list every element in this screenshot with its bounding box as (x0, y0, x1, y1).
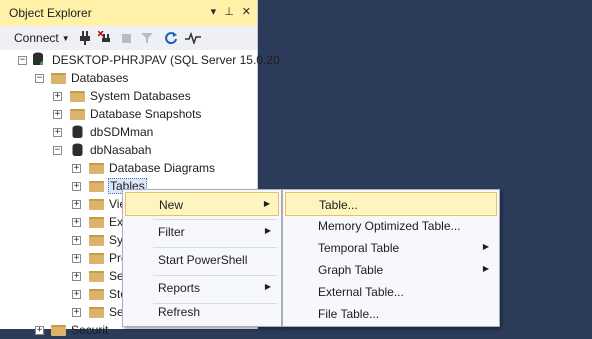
tree-node-database-snapshots[interactable]: + Database Snapshots (0, 105, 257, 123)
expand-icon[interactable]: + (72, 200, 81, 209)
database-icon (72, 125, 83, 138)
collapse-icon[interactable]: − (35, 74, 44, 83)
folder-icon (89, 181, 104, 192)
folder-icon (89, 253, 104, 264)
filter-icon[interactable] (140, 30, 154, 46)
connect-plug-icon[interactable] (78, 30, 92, 46)
synonyms-label: Sy (109, 233, 124, 247)
submenu-item-temporal-table[interactable]: Temporal Table ▶ (285, 236, 497, 260)
submenu-item-table[interactable]: Table... (285, 192, 497, 216)
folder-icon (70, 109, 85, 120)
disconnect-icon[interactable] (97, 30, 113, 46)
submenu-item-label: External Table... (318, 285, 404, 299)
connect-label: Connect (14, 31, 59, 45)
submenu-arrow-icon: ▶ (482, 264, 489, 273)
menu-item-start-powershell[interactable]: Start PowerShell (125, 248, 279, 272)
expand-icon[interactable]: + (72, 218, 81, 227)
close-icon[interactable]: ✕ (242, 5, 251, 18)
folder-icon (89, 199, 104, 210)
expand-icon[interactable]: + (72, 308, 81, 317)
folder-icon (89, 271, 104, 282)
database-snapshots-label: Database Snapshots (90, 107, 202, 121)
expand-icon[interactable]: + (72, 164, 81, 173)
menu-item-label: Reports (158, 281, 201, 295)
submenu-item-file-table[interactable]: File Table... (285, 302, 497, 326)
submenu-item-label: File Table... (318, 307, 380, 321)
tree-node-dbnasabah[interactable]: − dbNasabah (0, 141, 257, 159)
expand-icon[interactable]: + (72, 236, 81, 245)
menu-item-refresh[interactable]: Refresh (125, 300, 279, 324)
system-databases-label: System Databases (90, 89, 191, 103)
connect-button[interactable]: Connect ▼ (14, 30, 72, 46)
collapse-icon[interactable]: − (53, 146, 62, 155)
expand-icon[interactable]: + (35, 326, 44, 335)
folder-icon (89, 163, 104, 174)
submenu-item-label: Memory Optimized Table... (318, 219, 461, 233)
submenu-item-memory-optimized-table[interactable]: Memory Optimized Table... (285, 214, 497, 238)
panel-window-buttons[interactable]: ▾ ⊥ ✕ (211, 5, 251, 18)
submenu-item-label: Graph Table (318, 263, 384, 277)
tree-node-database-diagrams[interactable]: + Database Diagrams (0, 159, 257, 177)
folder-icon (51, 325, 66, 336)
submenu-item-label: Table... (319, 198, 358, 212)
server-label: DESKTOP-PHRJPAV (SQL Server 15.0.20 (52, 53, 280, 67)
dbsdmman-label: dbSDMman (90, 125, 154, 139)
submenu-item-label: Temporal Table (318, 241, 400, 255)
menu-item-label: Refresh (158, 305, 201, 319)
menu-item-label: Start PowerShell (158, 253, 248, 267)
refresh-icon[interactable] (163, 30, 179, 46)
databases-label: Databases (71, 71, 129, 85)
database-icon (72, 143, 83, 156)
submenu-arrow-icon: ▶ (264, 226, 271, 235)
dbnasabah-label: dbNasabah (90, 143, 152, 157)
expand-icon[interactable]: + (53, 128, 62, 137)
chevron-down-icon: ▼ (61, 33, 70, 43)
pin-icon[interactable]: ⊥ (224, 5, 234, 18)
new-submenu: Table... Memory Optimized Table... Tempo… (282, 189, 500, 327)
stop-icon[interactable] (119, 30, 133, 46)
tree-node-dbsdmman[interactable]: + dbSDMman (0, 123, 257, 141)
expand-icon[interactable]: + (72, 182, 81, 191)
folder-icon (51, 73, 66, 84)
database-diagrams-label: Database Diagrams (109, 161, 216, 175)
tree-node-databases[interactable]: − Databases (0, 69, 257, 87)
submenu-item-external-table[interactable]: External Table... (285, 280, 497, 304)
dropdown-icon[interactable]: ▾ (211, 5, 217, 18)
server-security-label: Securit (71, 323, 109, 337)
expand-icon[interactable]: + (72, 272, 81, 281)
activity-monitor-icon[interactable] (184, 30, 202, 46)
folder-icon (70, 91, 85, 102)
expand-icon[interactable]: + (53, 92, 62, 101)
server-icon (33, 52, 43, 65)
submenu-arrow-icon: ▶ (263, 199, 270, 208)
tree-node-system-databases[interactable]: + System Databases (0, 87, 257, 105)
folder-icon (89, 307, 104, 318)
submenu-item-graph-table[interactable]: Graph Table ▶ (285, 258, 497, 282)
folder-icon (89, 217, 104, 228)
menu-item-label: New (159, 198, 184, 212)
object-explorer-toolbar: Connect ▼ (0, 26, 257, 51)
menu-item-new[interactable]: New ▶ (125, 192, 279, 216)
menu-item-label: Filter (158, 225, 185, 239)
menu-item-reports[interactable]: Reports ▶ (125, 276, 279, 300)
submenu-arrow-icon: ▶ (264, 282, 271, 291)
expand-icon[interactable]: + (53, 110, 62, 119)
tree-node-server[interactable]: − DESKTOP-PHRJPAV (SQL Server 15.0.20 (0, 51, 280, 69)
object-explorer-title: Object Explorer (9, 6, 92, 20)
context-menu: New ▶ Filter ▶ Start PowerShell Reports … (122, 189, 282, 327)
expand-icon[interactable]: + (72, 290, 81, 299)
object-explorer-titlebar: Object Explorer ▾ ⊥ ✕ (0, 0, 257, 26)
folder-icon (89, 235, 104, 246)
submenu-arrow-icon: ▶ (482, 242, 489, 251)
expand-icon[interactable]: + (72, 254, 81, 263)
menu-item-filter[interactable]: Filter ▶ (125, 220, 279, 244)
collapse-icon[interactable]: − (18, 56, 27, 65)
folder-icon (89, 289, 104, 300)
